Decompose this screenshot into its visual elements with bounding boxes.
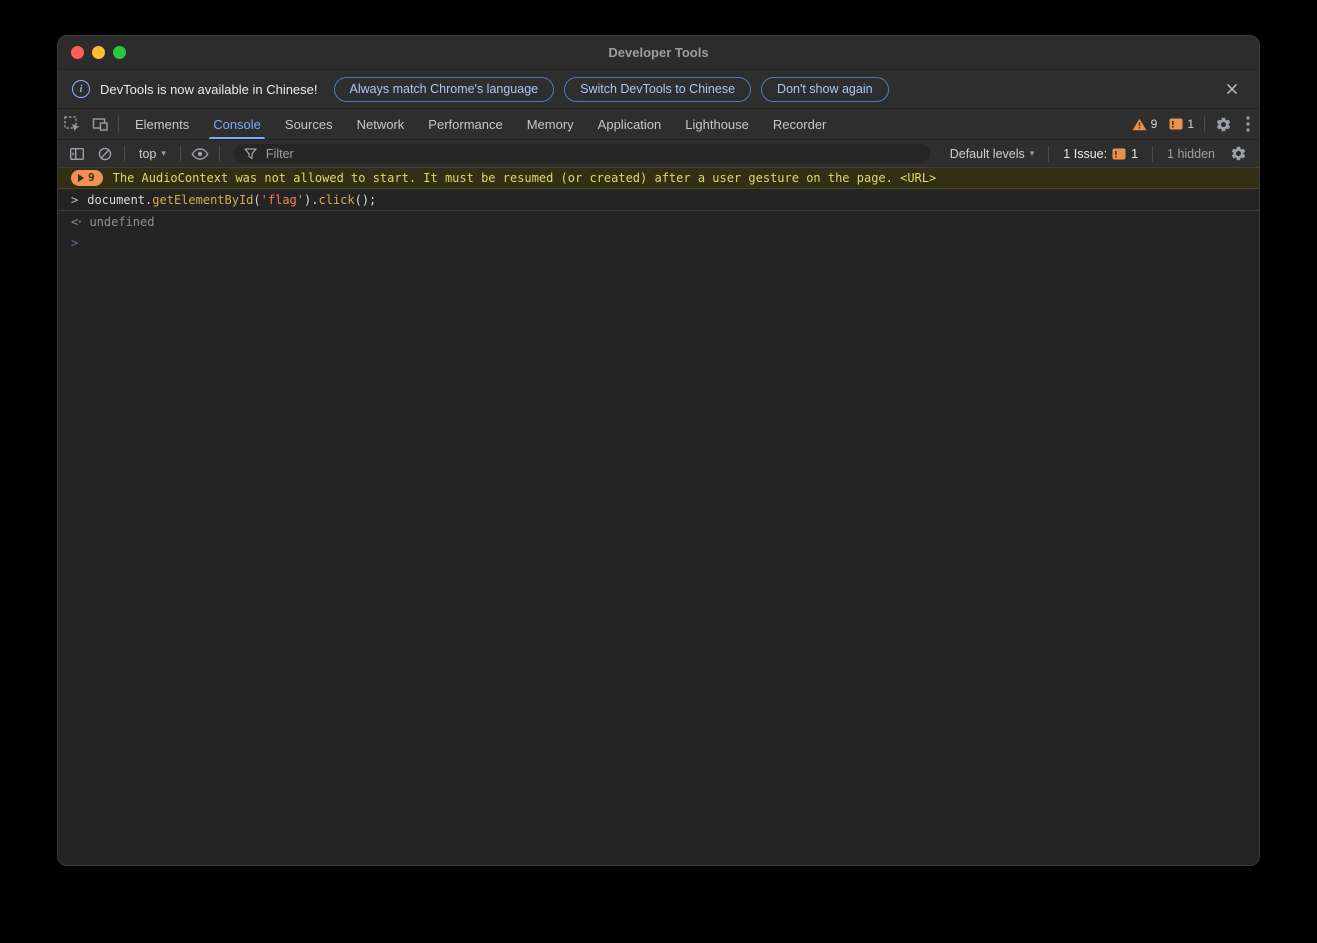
console-command-row[interactable]: > document.getElementById('flag').click(… (58, 189, 1259, 211)
context-selector-value: top (139, 146, 157, 161)
tab-console[interactable]: Console (201, 109, 273, 139)
result-value: undefined (89, 215, 155, 229)
close-window-button[interactable] (71, 46, 84, 59)
banner-message: DevTools is now available in Chinese! (100, 81, 318, 97)
tab-lighthouse[interactable]: Lighthouse (673, 109, 761, 139)
inspect-element-icon[interactable] (58, 109, 86, 139)
switch-devtools-chinese-button[interactable]: Switch DevTools to Chinese (564, 76, 752, 102)
command-chevron: > (71, 193, 79, 207)
issue-count: 1 (1187, 117, 1194, 131)
traffic-lights (71, 46, 126, 59)
issue-icon (1112, 148, 1126, 159)
hidden-messages-label: 1 hidden (1167, 146, 1215, 161)
log-levels-value: Default levels (949, 146, 1025, 161)
console-settings-gear-icon[interactable] (1225, 144, 1251, 164)
devtools-window: Developer Tools i DevTools is now availa… (57, 35, 1260, 866)
always-match-language-button[interactable]: Always match Chrome's language (333, 76, 555, 102)
prompt-chevron: > (71, 236, 79, 250)
device-toolbar-icon[interactable] (86, 109, 114, 139)
tab-recorder[interactable]: Recorder (761, 109, 838, 139)
issues-badge[interactable]: 1 (1163, 109, 1200, 139)
info-icon: i (72, 80, 90, 98)
command-code: document.getElementById('flag').click(); (87, 193, 377, 207)
warning-message: The AudioContext was not allowed to star… (112, 171, 937, 185)
tab-sources[interactable]: Sources (273, 109, 345, 139)
warnings-badge[interactable]: 9 (1126, 109, 1164, 139)
log-levels-dropdown[interactable]: Default levels ▾ (942, 147, 1043, 161)
warning-count: 9 (1150, 117, 1158, 131)
titlebar: Developer Tools (58, 36, 1259, 70)
filter-input-wrap (233, 144, 930, 163)
issues-count: 1 (1131, 146, 1139, 161)
live-expression-eye-icon[interactable] (187, 144, 213, 164)
kebab-menu-icon[interactable] (1237, 109, 1259, 139)
chevron-down-icon: ▾ (161, 148, 166, 158)
language-banner: i DevTools is now available in Chinese! … (58, 70, 1259, 109)
tab-performance[interactable]: Performance (416, 109, 514, 139)
context-selector[interactable]: top ▾ (131, 147, 174, 161)
window-title: Developer Tools (608, 45, 709, 60)
console-prompt-row[interactable]: > (58, 232, 1259, 253)
expand-triangle-icon (78, 174, 84, 182)
issues-label: 1 Issue: (1063, 146, 1108, 161)
tab-application[interactable]: Application (586, 109, 674, 139)
zoom-window-button[interactable] (113, 46, 126, 59)
tab-network[interactable]: Network (345, 109, 417, 139)
issue-icon (1169, 118, 1183, 130)
dont-show-again-button[interactable]: Don't show again (761, 76, 889, 102)
console-warning-row[interactable]: 9 The AudioContext was not allowed to st… (58, 168, 1259, 189)
tab-elements[interactable]: Elements (123, 109, 201, 139)
console-sidebar-icon[interactable] (64, 144, 90, 164)
filter-funnel-icon (244, 147, 257, 159)
console-result-row[interactable]: <· undefined (58, 211, 1259, 232)
clear-console-icon[interactable] (92, 144, 118, 164)
warning-group-badge[interactable]: 9 (71, 170, 103, 186)
warning-triangle-icon (1132, 118, 1147, 130)
console-log-area[interactable]: 9 The AudioContext was not allowed to st… (58, 168, 1259, 865)
return-value-icon: <· (71, 215, 84, 229)
close-icon[interactable] (1223, 80, 1241, 98)
minimize-window-button[interactable] (92, 46, 105, 59)
warning-repeat-count: 9 (88, 171, 95, 184)
console-toolbar: top ▾ Default levels ▾ 1 Issue: (58, 140, 1259, 168)
filter-input[interactable] (263, 145, 920, 162)
tab-memory[interactable]: Memory (515, 109, 586, 139)
chevron-down-icon: ▾ (1029, 148, 1035, 158)
issues-counter[interactable]: 1 Issue: 1 (1055, 147, 1146, 161)
settings-gear-icon[interactable] (1209, 109, 1237, 139)
panel-tabbar: Elements Console Sources Network Perform… (58, 109, 1259, 140)
